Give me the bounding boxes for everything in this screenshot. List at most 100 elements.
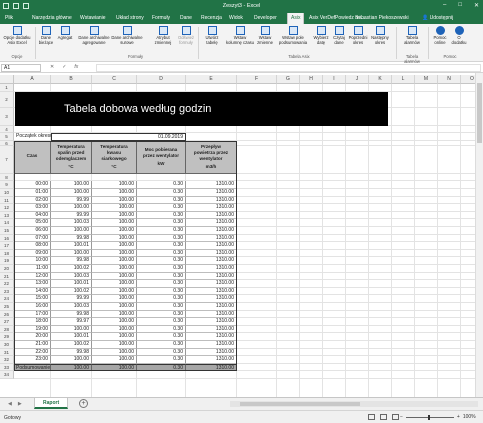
ribbon-tab[interactable]: Formuły: [152, 15, 170, 21]
ribbon-button[interactable]: Dane bieżące: [38, 26, 54, 46]
column-header[interactable]: D: [137, 75, 186, 84]
row-header[interactable]: 1: [0, 84, 14, 92]
select-all-corner[interactable]: [0, 75, 14, 84]
column-header[interactable]: I: [323, 75, 346, 84]
row-header[interactable]: 3: [0, 107, 14, 126]
ribbon-tab[interactable]: Developer: [254, 15, 277, 21]
row-header[interactable]: 25: [0, 303, 14, 311]
ribbon-button[interactable]: Dane archiwalne surowe: [111, 26, 143, 46]
ribbon-button[interactable]: Wstaw zmienne: [255, 26, 275, 46]
row-header[interactable]: 11: [0, 196, 14, 205]
ribbon-button[interactable]: Opcje dodatku Asix Excel: [2, 26, 32, 46]
ribbon-button[interactable]: Atrybut zmiennej: [152, 26, 174, 46]
column-header[interactable]: B: [51, 75, 92, 84]
row-header[interactable]: 2: [0, 91, 14, 108]
row-header[interactable]: 4: [0, 125, 14, 134]
row-header[interactable]: 8: [0, 173, 14, 182]
column-header[interactable]: E: [186, 75, 237, 84]
ribbon-tab[interactable]: Asix VerDef: [309, 15, 335, 21]
horizontal-scrollbar[interactable]: [230, 401, 478, 407]
row-header[interactable]: 22: [0, 280, 14, 288]
ribbon-button[interactable]: Dane archiwalne agregowane: [78, 26, 110, 46]
ribbon-button[interactable]: Wstaw kolumnę czasu: [226, 26, 254, 46]
ribbon-tab[interactable]: Narzędzia główne: [32, 15, 72, 21]
row-header[interactable]: 9: [0, 181, 14, 189]
zoom-slider-knob[interactable]: [427, 414, 430, 420]
row-header[interactable]: 32: [0, 356, 14, 364]
column-header[interactable]: J: [346, 75, 369, 84]
ribbon-tab[interactable]: Recenzja: [201, 15, 222, 21]
row-header[interactable]: 7: [0, 145, 14, 174]
vertical-scroll-thumb[interactable]: [477, 83, 482, 143]
row-header[interactable]: 31: [0, 348, 14, 357]
close-icon[interactable]: ✕: [474, 2, 479, 9]
ribbon-button[interactable]: Tabela alarmów: [398, 26, 426, 46]
maximize-icon[interactable]: □: [458, 2, 462, 9]
user-name[interactable]: Sebastian Piekoszewski: [355, 15, 409, 21]
ribbon-button[interactable]: Czytaj dane: [331, 26, 347, 46]
ribbon-tab[interactable]: Dane: [180, 15, 192, 21]
ribbon-tab[interactable]: Układ strony: [116, 15, 144, 21]
vertical-scrollbar[interactable]: [475, 73, 483, 397]
row-header[interactable]: 5: [0, 133, 14, 141]
sheet-tab-raport[interactable]: Raport: [34, 398, 69, 409]
ribbon-button[interactable]: Wstaw pole podsumowania: [276, 26, 310, 46]
worksheet-grid[interactable]: A B C D E F G H I J K L M N O 1 2 3 4 5 6 7 8 9 10 11 12 13 14 15 16 17…: [0, 73, 483, 397]
row-header[interactable]: 29: [0, 333, 14, 341]
ribbon-button[interactable]: Poprzedni okres: [348, 26, 368, 46]
column-header[interactable]: N: [438, 75, 461, 84]
row-header[interactable]: 21: [0, 272, 14, 281]
minimize-icon[interactable]: –: [443, 2, 446, 9]
column-header[interactable]: H: [300, 75, 323, 84]
ribbon-button[interactable]: Odśwież formuły: [175, 26, 197, 46]
row-header[interactable]: 16: [0, 234, 14, 243]
row-header[interactable]: 19: [0, 257, 14, 265]
column-header[interactable]: G: [277, 75, 300, 84]
page-layout-icon[interactable]: [380, 414, 387, 420]
row-header[interactable]: 18: [0, 249, 14, 258]
row-header[interactable]: 12: [0, 204, 14, 212]
ribbon-button[interactable]: Następny okres: [368, 26, 392, 46]
function-icon[interactable]: fx: [74, 64, 78, 70]
row-header[interactable]: 23: [0, 287, 14, 296]
normal-view-icon[interactable]: [368, 414, 375, 420]
ribbon-tab[interactable]: Plik: [5, 15, 13, 21]
zoom-slider[interactable]: [405, 414, 454, 420]
row-header[interactable]: 10: [0, 189, 14, 197]
column-header[interactable]: C: [92, 75, 137, 84]
share-button[interactable]: 👤 Udostępnij: [422, 15, 453, 21]
zoom-in-button[interactable]: +: [457, 414, 460, 420]
cancel-icon[interactable]: ✕: [50, 64, 54, 70]
ribbon-button[interactable]: Utwórz tabelę: [201, 26, 223, 46]
ribbon-button[interactable]: Ododatku: [451, 26, 467, 46]
row-header[interactable]: 34: [0, 371, 14, 379]
page-break-icon[interactable]: [392, 414, 399, 420]
formula-input[interactable]: [96, 64, 481, 72]
ribbon-button[interactable]: Pomoc online: [430, 26, 450, 46]
zoom-out-button[interactable]: −: [400, 414, 403, 420]
column-header[interactable]: A: [14, 75, 51, 84]
horizontal-scroll-thumb[interactable]: [240, 402, 360, 406]
column-header[interactable]: L: [392, 75, 415, 84]
column-header[interactable]: K: [369, 75, 392, 84]
zoom-level[interactable]: 100%: [463, 414, 476, 420]
next-sheet-icon[interactable]: ▶: [18, 401, 22, 407]
ribbon-button[interactable]: Agregat: [55, 26, 75, 41]
column-header[interactable]: F: [237, 75, 277, 84]
column-header[interactable]: M: [415, 75, 438, 84]
row-header[interactable]: 15: [0, 227, 14, 235]
add-sheet-button[interactable]: +: [79, 399, 88, 408]
row-header[interactable]: 14: [0, 219, 14, 227]
row-header[interactable]: 24: [0, 295, 14, 303]
row-header[interactable]: 13: [0, 211, 14, 220]
prev-sheet-icon[interactable]: ◀: [8, 401, 12, 407]
row-header[interactable]: 20: [0, 265, 14, 273]
row-header[interactable]: 17: [0, 242, 14, 250]
name-box[interactable]: A1: [1, 64, 41, 72]
start-period-value[interactable]: 01.09.2019: [51, 133, 186, 141]
row-header[interactable]: 27: [0, 318, 14, 326]
row-header[interactable]: 28: [0, 325, 14, 334]
ribbon-tab[interactable]: Wstawianie: [80, 15, 106, 21]
ribbon-tab[interactable]: Widok: [229, 15, 243, 21]
enter-icon[interactable]: ✓: [62, 64, 66, 70]
